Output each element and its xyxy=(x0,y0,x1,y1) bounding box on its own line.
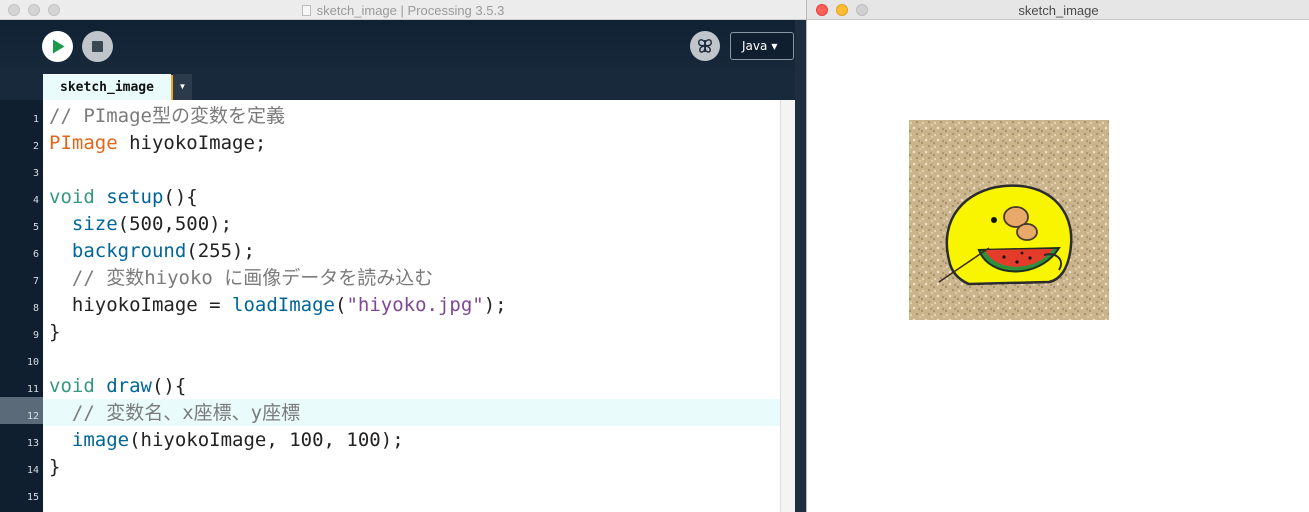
line-number: 6 xyxy=(32,249,39,260)
code-text: hiyokoImage = xyxy=(49,294,233,316)
line-number: 1 xyxy=(32,114,39,125)
editor-scrollbar[interactable] xyxy=(780,100,795,512)
line-number: 14 xyxy=(26,465,39,476)
tab-strip: sketch_image ▼ xyxy=(0,72,806,100)
code-line-11: void draw(){ xyxy=(49,373,186,400)
code-line-13: image(hiyokoImage, 100, 100); xyxy=(49,427,404,454)
ide-right-edge xyxy=(795,20,806,512)
code-line-2: PImage hiyokoImage; xyxy=(49,130,266,157)
line-number: 10 xyxy=(26,357,39,368)
line-number: 5 xyxy=(32,222,39,233)
code-line-4: void setup(){ xyxy=(49,184,198,211)
sketch-titlebar[interactable]: sketch_image xyxy=(807,0,1309,20)
line-number-gutter: 1 2 3 4 5 6 7 8 9 10 11 12 13 14 15 xyxy=(0,100,43,512)
mode-selector[interactable]: Java ▼ xyxy=(730,32,794,60)
document-icon xyxy=(301,5,311,16)
tab-sketch-image[interactable]: sketch_image xyxy=(43,74,173,100)
code-text: ( xyxy=(334,294,347,316)
stop-button[interactable] xyxy=(82,31,113,62)
line-number: 12 xyxy=(26,411,39,422)
ide-window-title-text: sketch_image | Processing 3.5.3 xyxy=(316,3,505,18)
code-text: ); xyxy=(483,294,507,316)
line-number: 7 xyxy=(32,276,39,287)
code-editor[interactable]: // PImage型の変数を定義 PImage hiyokoImage; voi… xyxy=(43,100,780,512)
code-text: (){ xyxy=(163,186,198,208)
code-string: "hiyoko.jpg" xyxy=(346,294,484,316)
code-line-5: size(500,500); xyxy=(49,211,232,238)
tab-menu-arrow-icon: ▼ xyxy=(178,82,187,91)
code-line-1: // PImage型の変数を定義 xyxy=(49,103,285,130)
code-comment: // PImage型の変数を定義 xyxy=(49,105,285,127)
code-text: (hiyokoImage, 100, 100); xyxy=(129,429,404,451)
code-function: background xyxy=(71,240,187,262)
sketch-output-window: sketch_image xyxy=(806,0,1309,512)
code-function: loadImage xyxy=(232,294,335,316)
code-line-7: // 変数hiyoko に画像データを読み込む xyxy=(49,265,433,292)
play-icon xyxy=(53,39,65,54)
sketch-window-title: sketch_image xyxy=(1018,3,1099,18)
chevron-down-icon: ▼ xyxy=(771,42,778,51)
code-line-8: hiyokoImage = loadImage("hiyoko.jpg"); xyxy=(49,292,507,319)
mode-label: Java xyxy=(742,39,768,53)
code-function: draw xyxy=(106,375,152,397)
code-text: (255); xyxy=(186,240,255,262)
stop-icon xyxy=(92,41,103,52)
code-text: (500,500); xyxy=(117,213,233,235)
butterfly-debug-icon xyxy=(698,39,712,53)
code-function: setup xyxy=(106,186,164,208)
code-comment: // 変数hiyoko に画像データを読み込む xyxy=(49,267,434,289)
line-number: 13 xyxy=(26,438,39,449)
tab-menu-button[interactable]: ▼ xyxy=(173,74,192,100)
line-number: 4 xyxy=(32,195,39,206)
ide-titlebar[interactable]: sketch_image | Processing 3.5.3 xyxy=(0,0,806,20)
code-function: image xyxy=(71,429,130,451)
tab-label: sketch_image xyxy=(60,80,154,95)
line-number: 9 xyxy=(32,330,39,341)
code-line-6: background(255); xyxy=(49,238,255,265)
code-line-9: } xyxy=(49,319,60,346)
code-keyword: void xyxy=(49,375,95,397)
ide-toolbar: Java ▼ xyxy=(0,20,806,72)
code-line-14: } xyxy=(49,454,60,481)
yellow-chick-eating-watermelon-on-sand-image xyxy=(909,120,1109,320)
code-text: (){ xyxy=(151,375,187,397)
code-keyword: void xyxy=(49,186,95,208)
line-number: 15 xyxy=(26,492,39,503)
code-text: } xyxy=(49,456,61,478)
code-text: } xyxy=(49,321,61,343)
run-button[interactable] xyxy=(42,31,73,62)
debug-button[interactable] xyxy=(690,31,720,61)
code-function: size xyxy=(71,213,118,235)
line-number: 11 xyxy=(26,384,39,395)
code-comment: // 変数名、x座標、y座標 xyxy=(49,402,301,424)
line-number: 8 xyxy=(32,303,39,314)
line-number: 2 xyxy=(32,141,39,152)
code-line-12: // 変数名、x座標、y座標 xyxy=(49,400,300,427)
ide-window-title: sketch_image | Processing 3.5.3 xyxy=(0,3,806,18)
processing-ide-window: sketch_image | Processing 3.5.3 Java ▼ sk… xyxy=(0,0,806,512)
code-text: hiyokoImage; xyxy=(117,132,267,154)
line-number: 3 xyxy=(32,168,39,179)
code-type: PImage xyxy=(49,132,118,154)
